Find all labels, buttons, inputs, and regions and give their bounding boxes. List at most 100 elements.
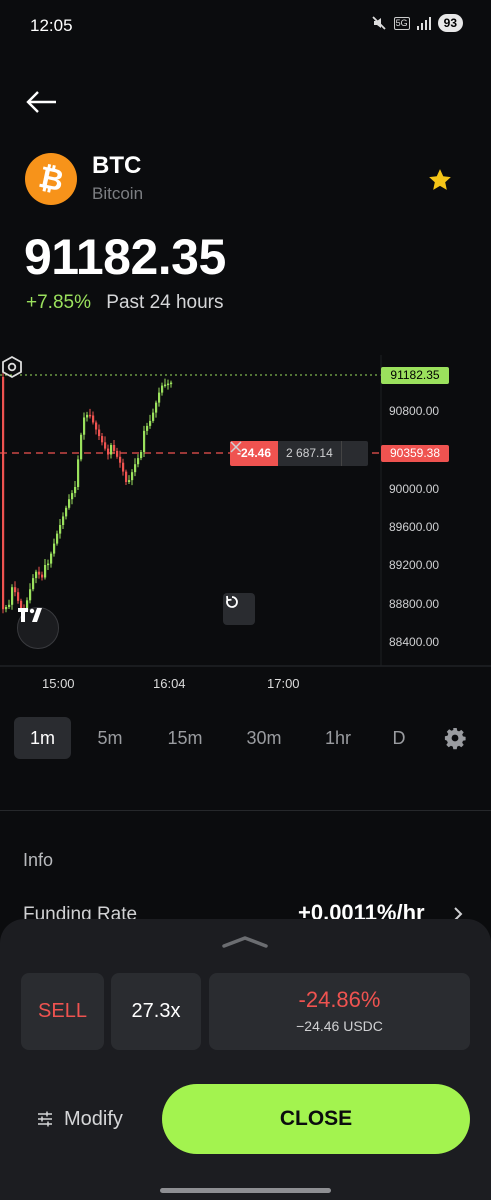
signal-icon — [416, 17, 431, 30]
candle-body — [167, 383, 170, 386]
x-axis-label: 16:04 — [153, 676, 186, 691]
candle-body — [2, 377, 5, 610]
candle-body — [74, 487, 77, 494]
close-position-line-button[interactable] — [230, 441, 368, 466]
status-bar: 12:05 5G 93 — [0, 0, 491, 52]
change-percent: +7.85% — [26, 292, 91, 313]
candle-body — [47, 563, 50, 566]
candle-body — [110, 445, 113, 455]
candle-body — [50, 553, 53, 564]
back-arrow-icon[interactable] — [22, 84, 62, 120]
candle-body — [98, 429, 101, 437]
current-price-tag: 91182.35 — [381, 367, 449, 384]
y-axis-label: 90000.00 — [389, 482, 440, 496]
y-axis-label: 89200.00 — [389, 558, 440, 572]
timeframe-5m[interactable]: 5m — [84, 717, 136, 759]
candle-body — [128, 480, 131, 482]
candle-body — [29, 589, 32, 601]
refresh-icon — [226, 595, 238, 608]
candle-body — [146, 425, 149, 431]
timeframe-30m[interactable]: 30m — [236, 717, 292, 759]
candle-body — [44, 565, 47, 578]
candle-body — [5, 607, 8, 610]
current-price: 91182.35 — [24, 229, 226, 285]
position-leverage: 27.3x — [111, 973, 201, 1050]
timeframe-15m[interactable]: 15m — [157, 717, 213, 759]
candle-body — [56, 533, 59, 544]
candle-body — [41, 574, 44, 578]
candle-body — [83, 417, 86, 435]
candle-body — [101, 436, 104, 443]
close-position-button[interactable]: CLOSE — [162, 1084, 470, 1154]
mute-icon — [371, 16, 386, 30]
candle-body — [152, 412, 155, 421]
candle-body — [71, 493, 74, 500]
candle-body — [161, 385, 164, 393]
candle-body — [35, 571, 38, 579]
position-side: SELL — [21, 973, 104, 1050]
pnl-usd: −24.46 USDC — [296, 1018, 383, 1034]
reset-chart-button[interactable] — [223, 593, 255, 625]
timeframe-1m[interactable]: 1m — [14, 717, 71, 759]
candle-body — [104, 442, 107, 449]
candle-body — [107, 448, 110, 455]
y-axis-label: 89600.00 — [389, 520, 440, 534]
price-change: +7.85% Past 24 hours — [26, 292, 224, 314]
candle-body — [86, 414, 89, 418]
price-chart[interactable]: 91182.35 90800.00 90359.38 90000.00 8960… — [0, 355, 491, 700]
timeframe-selector: 1m 5m 15m 30m 1hr D — [14, 717, 474, 759]
tradingview-logo-icon[interactable] — [17, 607, 59, 649]
candles — [2, 373, 173, 617]
network-5g-icon: 5G — [393, 16, 410, 30]
bitcoin-glyph: ₿ — [35, 159, 67, 199]
candle-body — [65, 507, 68, 517]
candle-body — [158, 392, 161, 403]
modify-button[interactable]: Modify — [36, 1099, 123, 1139]
candle-body — [68, 499, 71, 508]
candle-body — [32, 578, 35, 590]
candle-body — [53, 543, 56, 554]
chart-settings-hexagon-icon[interactable] — [0, 355, 24, 379]
candle-body — [38, 571, 41, 575]
candle-body — [59, 525, 62, 534]
candle-body — [131, 472, 134, 481]
candle-body — [119, 456, 122, 463]
asset-symbol: BTC — [92, 152, 142, 179]
y-axis-label: 88800.00 — [389, 597, 440, 611]
candle-body — [125, 471, 128, 482]
position-bottom-sheet: SELL 27.3x -24.86% −24.46 USDC Modify CL… — [0, 919, 491, 1200]
timeframe-1hr[interactable]: 1hr — [314, 717, 362, 759]
x-axis-label: 15:00 — [42, 676, 75, 691]
change-period: Past 24 hours — [106, 292, 224, 313]
gear-icon[interactable] — [443, 726, 467, 750]
info-section-title: Info — [23, 850, 54, 870]
candle-body — [89, 414, 92, 417]
candle-body — [95, 422, 98, 430]
asset-name: Bitcoin — [92, 184, 144, 203]
entry-price-tag: 90359.38 — [381, 445, 449, 462]
position-line-label[interactable]: -24.46 2 687.14 — [230, 441, 368, 466]
y-axis-label: 90800.00 — [389, 404, 440, 418]
candle-body — [92, 415, 95, 423]
home-indicator — [160, 1188, 331, 1193]
candle-body — [140, 452, 143, 459]
candle-body — [134, 464, 137, 473]
candle-body — [164, 384, 167, 387]
sheet-expand-handle-icon[interactable] — [220, 933, 270, 949]
bitcoin-logo-icon: ₿ — [25, 153, 77, 205]
star-icon[interactable] — [427, 167, 453, 193]
candle-body — [116, 450, 119, 457]
candle-body — [8, 604, 11, 607]
candle-body — [170, 382, 173, 385]
sliders-icon — [38, 1111, 52, 1127]
candle-body — [14, 587, 17, 593]
close-icon — [230, 441, 242, 453]
candle-body — [155, 402, 158, 413]
modify-label: Modify — [64, 1107, 123, 1130]
candle-body — [149, 420, 152, 426]
candle-body — [122, 462, 125, 472]
candle-body — [137, 458, 140, 465]
x-axis-label: 17:00 — [267, 676, 300, 691]
status-icons: 5G 93 — [370, 14, 463, 32]
timeframe-d[interactable]: D — [384, 717, 414, 759]
